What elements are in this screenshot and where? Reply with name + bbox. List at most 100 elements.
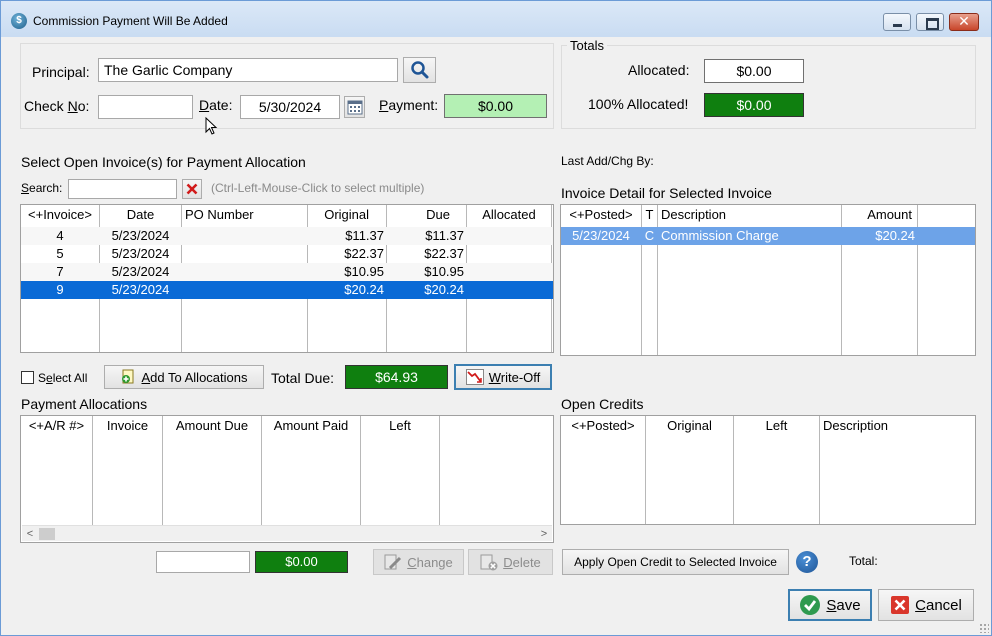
invoice-date-cell: 5/23/2024 (111, 264, 170, 279)
principal-label: Principal: (32, 64, 90, 80)
col-header-date[interactable]: Date (100, 205, 181, 225)
downtrend-chart-icon (465, 369, 484, 385)
close-button[interactable]: ✕ (949, 13, 979, 31)
invoice-detail-title: Invoice Detail for Selected Invoice (561, 185, 772, 201)
detail-type-cell: C (644, 228, 655, 243)
maximize-button[interactable] (916, 13, 944, 31)
add-to-allocations-button[interactable]: Add To Allocations (104, 365, 264, 389)
open-invoices-title: Select Open Invoice(s) for Payment Alloc… (21, 154, 306, 170)
table-row[interactable]: 4 5/23/2024 $11.37 $11.37 (21, 227, 553, 245)
invoice-date-cell: 5/23/2024 (111, 228, 170, 243)
close-icon: ✕ (958, 13, 970, 29)
minimize-button[interactable] (883, 13, 911, 31)
allocation-amount-input[interactable] (156, 551, 250, 573)
open-credits-grid[interactable]: <+Posted> Original Left Description (560, 415, 976, 525)
table-row[interactable]: 5 5/23/2024 $22.37 $22.37 (21, 245, 553, 263)
add-document-icon (122, 369, 134, 384)
allocated-value: $0.00 (704, 59, 804, 83)
col-header-original[interactable]: Original (646, 416, 733, 436)
resize-grip-icon[interactable] (979, 623, 989, 633)
allocation-amount-value: $0.00 (255, 551, 348, 573)
col-header-po-number[interactable]: PO Number (185, 205, 305, 225)
invoice-detail-grid[interactable]: <+Posted> T Description Amount 5/23/2024… (560, 204, 976, 356)
date-field[interactable]: 5/30/2024 (240, 95, 340, 119)
totals-group-title: Totals (567, 38, 607, 53)
date-label: Date: (199, 97, 233, 113)
delete-label: Delete (503, 554, 541, 570)
payment-allocations-grid[interactable]: <+A/R #> Invoice Amount Due Amount Paid … (20, 415, 554, 543)
write-off-label: Write-Off (488, 369, 541, 385)
col-header-ar-number[interactable]: <+A/R #> (21, 416, 92, 436)
save-button[interactable]: Save (788, 589, 872, 621)
table-row[interactable]: 7 5/23/2024 $10.95 $10.95 (21, 263, 553, 281)
col-header-left[interactable]: Left (734, 416, 819, 436)
col-header-description[interactable]: Description (823, 416, 973, 436)
window-title: Commission Payment Will Be Added (33, 14, 228, 28)
cancel-button[interactable]: Cancel (878, 589, 974, 621)
allocated-label: Allocated: (628, 62, 690, 78)
search-input[interactable] (68, 179, 177, 199)
detail-posted-cell: 5/23/2024 (572, 228, 630, 243)
col-header-posted[interactable]: <+Posted> (561, 416, 645, 436)
add-to-allocations-label: Add To Allocations (141, 369, 248, 385)
col-header-amount[interactable]: Amount (842, 205, 917, 225)
table-row-selected[interactable]: 9 5/23/2024 $20.24 $20.24 (21, 281, 553, 299)
detail-row-selected[interactable]: 5/23/2024 C Commission Charge $20.24 (561, 227, 975, 245)
open-invoices-grid[interactable]: <+Invoice> Date PO Number Original Due A… (20, 204, 554, 353)
col-header-description[interactable]: Description (661, 205, 841, 225)
payment-amount-field[interactable]: $0.00 (444, 94, 547, 118)
change-button[interactable]: Change (373, 549, 464, 575)
mouse-cursor-icon (205, 117, 218, 135)
multi-select-hint: (Ctrl-Left-Mouse-Click to select multipl… (211, 181, 425, 195)
invoice-original-cell: $10.95 (344, 264, 384, 279)
apply-open-credit-button[interactable]: Apply Open Credit to Selected Invoice (562, 549, 789, 575)
invoice-number-cell: 4 (56, 228, 64, 243)
scroll-right-arrow-icon[interactable]: > (536, 526, 552, 542)
invoice-due-cell: $20.24 (424, 282, 464, 297)
select-all-checkbox[interactable] (21, 371, 34, 384)
scroll-left-arrow-icon[interactable]: < (22, 526, 38, 542)
col-header-posted[interactable]: <+Posted> (561, 205, 641, 225)
write-off-button[interactable]: Write-Off (454, 364, 552, 390)
last-add-chg-label: Last Add/Chg By: (561, 154, 654, 168)
col-header-due[interactable]: Due (387, 205, 466, 225)
col-header-original[interactable]: Original (308, 205, 386, 225)
title-bar[interactable]: $ Commission Payment Will Be Added ✕ (1, 1, 991, 37)
payment-allocations-title: Payment Allocations (21, 396, 148, 412)
save-label: Save (826, 596, 861, 614)
invoice-date-cell: 5/23/2024 (111, 246, 170, 261)
check-no-label: Check No: (24, 98, 90, 114)
help-icon[interactable]: ? (796, 551, 818, 573)
scroll-thumb[interactable] (39, 528, 55, 540)
col-header-left[interactable]: Left (361, 416, 439, 436)
col-header-amount-due[interactable]: Amount Due (163, 416, 261, 436)
check-no-field[interactable] (98, 95, 193, 119)
col-header-invoice[interactable]: <+Invoice> (21, 205, 99, 225)
col-header-allocated[interactable]: Allocated (467, 205, 551, 225)
invoice-number-cell: 9 (56, 282, 64, 297)
delete-button[interactable]: Delete (468, 549, 553, 575)
checkmark-icon (800, 595, 821, 615)
cancel-label: Cancel (915, 596, 962, 614)
principal-field[interactable]: The Garlic Company (98, 58, 398, 82)
dialog-window: $ Commission Payment Will Be Added ✕ Pri… (0, 0, 992, 636)
search-label: Search: (21, 181, 63, 195)
invoice-due-cell: $11.37 (425, 228, 464, 243)
col-header-amount-paid[interactable]: Amount Paid (262, 416, 360, 436)
calendar-button[interactable] (344, 96, 365, 118)
detail-description-cell: Commission Charge (661, 228, 779, 243)
col-header-invoice[interactable]: Invoice (93, 416, 162, 436)
invoice-due-cell: $10.95 (424, 264, 464, 279)
select-all-label[interactable]: Select All (38, 371, 87, 385)
detail-amount-cell: $20.24 (875, 228, 915, 243)
dialog-client-area: Principal: The Garlic Company Check No: … (10, 37, 985, 630)
principal-search-button[interactable] (403, 57, 436, 83)
col-header-type[interactable]: T (642, 205, 657, 225)
magnifier-icon (410, 61, 428, 79)
cancel-x-icon (891, 596, 910, 614)
total-due-value: $64.93 (345, 365, 448, 389)
clear-search-button[interactable] (182, 179, 202, 199)
allocations-horizontal-scrollbar[interactable]: < > (22, 525, 552, 541)
invoice-date-cell: 5/23/2024 (111, 282, 170, 297)
invoice-number-cell: 5 (56, 246, 64, 261)
